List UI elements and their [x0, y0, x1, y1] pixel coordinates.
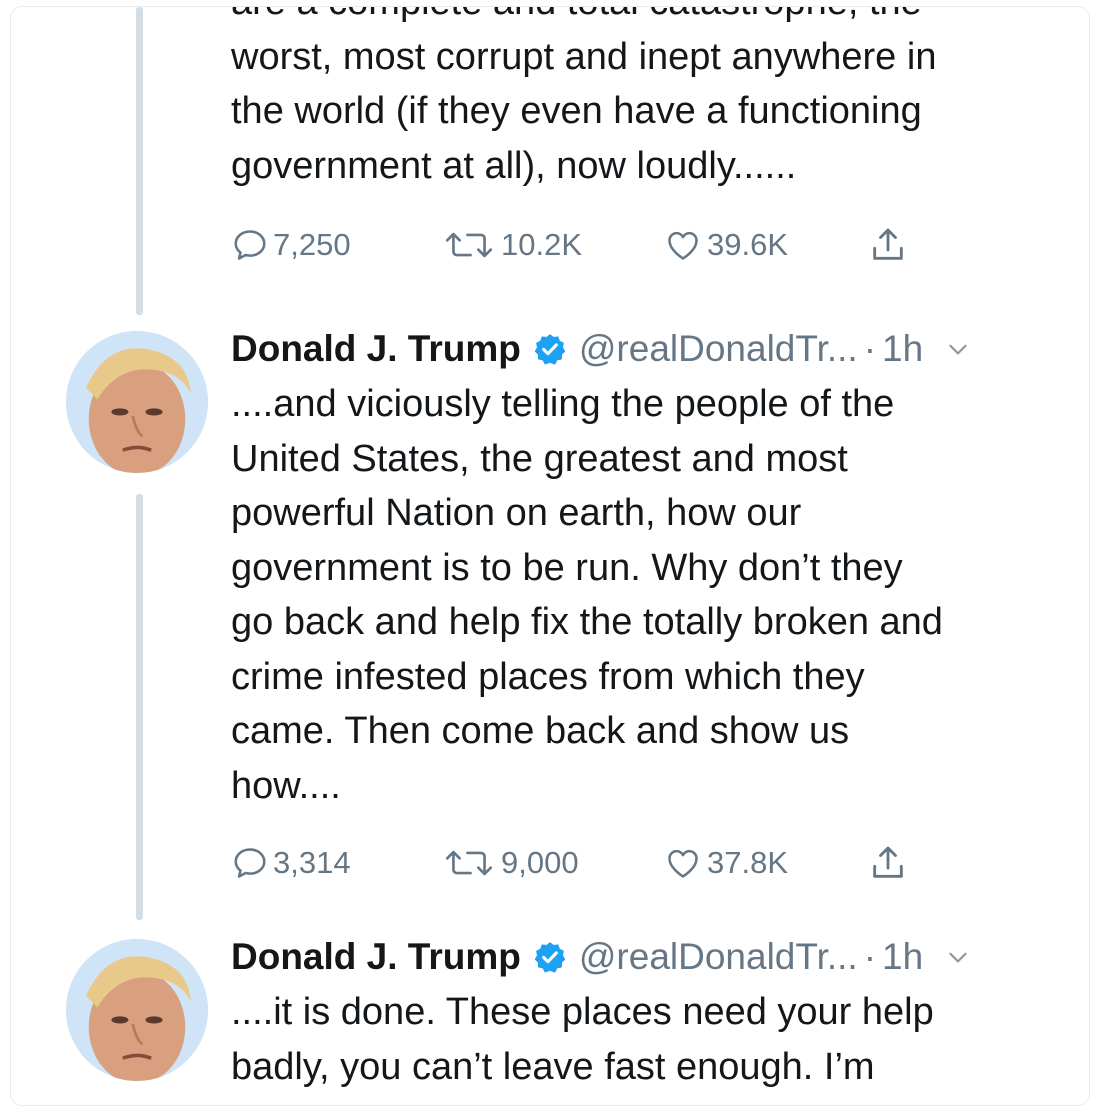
share-button[interactable]	[868, 225, 908, 265]
separator-dot: ·	[863, 936, 877, 977]
verified-badge-icon	[534, 942, 566, 973]
tweet-timestamp[interactable]: 1h	[882, 929, 923, 985]
separator-dot: ·	[863, 328, 877, 369]
tweet-text-line: go back and help fix the totally broken …	[231, 601, 943, 643]
like-button[interactable]: 39.6K	[663, 226, 868, 264]
reply-icon	[234, 230, 266, 260]
author-name[interactable]: Donald J. Trump	[231, 929, 521, 985]
tweet-text-line: the world (if they even have a functioni…	[231, 90, 922, 132]
like-count: 37.8K	[707, 845, 789, 880]
tweet-2-actions: 3,314 9,000 37.8K	[231, 833, 1061, 893]
author-handle[interactable]: @realDonaldTr...	[579, 321, 858, 377]
avatar-image	[66, 331, 208, 473]
tweet-text-line: came. Then come back and show us	[231, 710, 850, 752]
tweet-2-text: ....and viciously telling the people of …	[231, 377, 1061, 813]
retweet-icon	[445, 850, 493, 876]
tweet-text-line: government at all), now loudly......	[231, 144, 797, 187]
tweet-text-line: ....it is done. These places need your h…	[231, 991, 934, 1033]
retweet-count: 9,000	[501, 845, 579, 880]
reply-button[interactable]: 7,250	[231, 226, 441, 264]
verified-badge-icon	[534, 334, 566, 365]
share-icon	[873, 228, 903, 260]
reply-count: 3,314	[273, 845, 351, 880]
tweet-text-line: worst, most corrupt and inept anywhere i…	[231, 35, 937, 78]
tweet-header: Donald J. Trump @realDonaldTr... · 1h	[231, 929, 1061, 985]
tweet-text-line: crime infested places from which they	[231, 655, 865, 698]
tweet-text-line: ....and viciously telling the people of …	[231, 383, 895, 425]
share-icon	[873, 846, 903, 878]
tweet-1-actions: 7,250 10.2K 39.6K	[231, 215, 1061, 275]
avatar[interactable]	[66, 939, 208, 1081]
retweet-button[interactable]: 10.2K	[441, 226, 663, 264]
tweet-3-text: ....it is done. These places need your h…	[231, 985, 1061, 1094]
avatar-image	[66, 939, 208, 1081]
chevron-down-icon[interactable]	[945, 944, 971, 970]
share-button[interactable]	[868, 843, 908, 883]
thread-line-middle	[136, 494, 143, 920]
tweet-text-line: United States, the greatest and most	[231, 437, 848, 480]
tweet-1-text: are a complete and total catastrophe, th…	[231, 7, 1061, 193]
tweet-text-line: are a complete and total catastrophe, th…	[231, 7, 1061, 30]
like-count: 39.6K	[707, 227, 789, 262]
retweet-icon	[445, 232, 493, 258]
tweet-text-line: how....	[231, 764, 341, 807]
tweet-text-line: powerful Nation on earth, how our	[231, 492, 802, 534]
retweet-button[interactable]: 9,000	[441, 844, 663, 882]
tweet-header: Donald J. Trump @realDonaldTr... · 1h	[231, 321, 1061, 377]
chevron-down-icon[interactable]	[945, 336, 971, 362]
avatar[interactable]	[66, 331, 208, 473]
author-name[interactable]: Donald J. Trump	[231, 321, 521, 377]
tweet-timestamp[interactable]: 1h	[882, 321, 923, 377]
tweet-thread: are a complete and total catastrophe, th…	[10, 6, 1090, 1106]
like-icon	[668, 849, 698, 878]
reply-icon	[234, 848, 266, 878]
reply-count: 7,250	[273, 227, 351, 262]
author-handle[interactable]: @realDonaldTr...	[579, 929, 858, 985]
like-icon	[668, 231, 698, 260]
like-button[interactable]: 37.8K	[663, 844, 868, 882]
thread-line-top	[136, 7, 143, 315]
reply-button[interactable]: 3,314	[231, 844, 441, 882]
retweet-count: 10.2K	[501, 227, 583, 262]
tweet-text-line: badly, you can’t leave fast enough. I’m	[231, 1045, 875, 1088]
tweet-text-line: government is to be run. Why don’t they	[231, 546, 903, 589]
